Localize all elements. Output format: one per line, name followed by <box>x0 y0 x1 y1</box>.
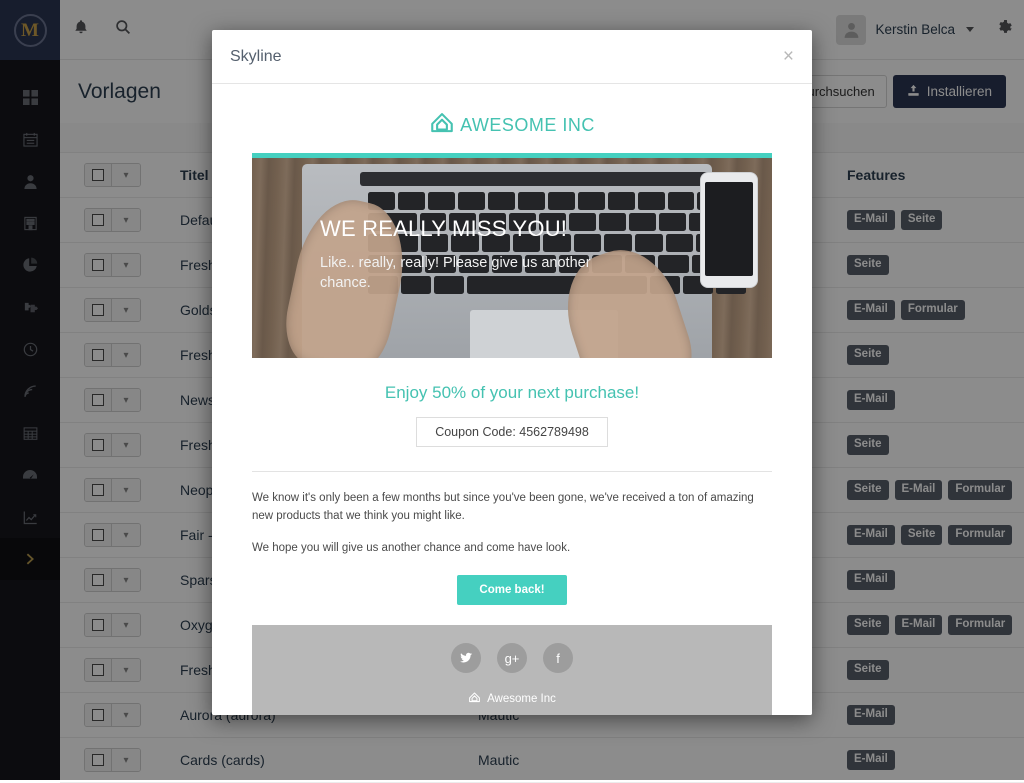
coupon-code[interactable]: Coupon Code: 4562789498 <box>416 417 608 447</box>
social-links: g+ f <box>451 643 573 673</box>
divider <box>252 471 772 472</box>
hero-subtext: Like.. really, really! Please give us an… <box>320 254 620 293</box>
offer-text: Enjoy 50% of your next purchase! <box>252 358 772 417</box>
coupon-wrapper: Coupon Code: 4562789498 <box>252 417 772 447</box>
email-preview: AWESOME INC <box>252 102 772 715</box>
cta-wrapper: Come back! <box>252 571 772 625</box>
body-paragraph-1: We know it's only been a few months but … <box>252 490 772 526</box>
template-preview-modal: Skyline × AWESOME INC <box>212 30 812 715</box>
email-hero: WE REALLY MISS YOU! Like.. really, reall… <box>252 153 772 358</box>
hero-text-block: WE REALLY MISS YOU! Like.. really, reall… <box>252 216 772 293</box>
facebook-icon[interactable]: f <box>543 643 573 673</box>
close-icon[interactable]: × <box>783 47 794 66</box>
email-footer-brand: Awesome Inc <box>468 691 556 707</box>
come-back-button[interactable]: Come back! <box>457 575 566 605</box>
google-plus-icon[interactable]: g+ <box>497 643 527 673</box>
body-paragraph-2: We hope you will give us another chance … <box>252 540 772 558</box>
email-brand-name: AWESOME INC <box>460 115 595 136</box>
house-logo-icon <box>429 110 455 141</box>
email-footer-brand-name: Awesome Inc <box>487 693 556 705</box>
house-logo-small-icon <box>468 691 481 707</box>
modal-header: Skyline × <box>212 30 812 84</box>
hero-heading: WE REALLY MISS YOU! <box>320 216 704 242</box>
modal-body: AWESOME INC <box>212 84 812 715</box>
modal-title: Skyline <box>230 48 783 66</box>
email-footer: g+ f Awesome Inc <box>252 625 772 715</box>
twitter-icon[interactable] <box>451 643 481 673</box>
email-brand: AWESOME INC <box>252 102 772 153</box>
